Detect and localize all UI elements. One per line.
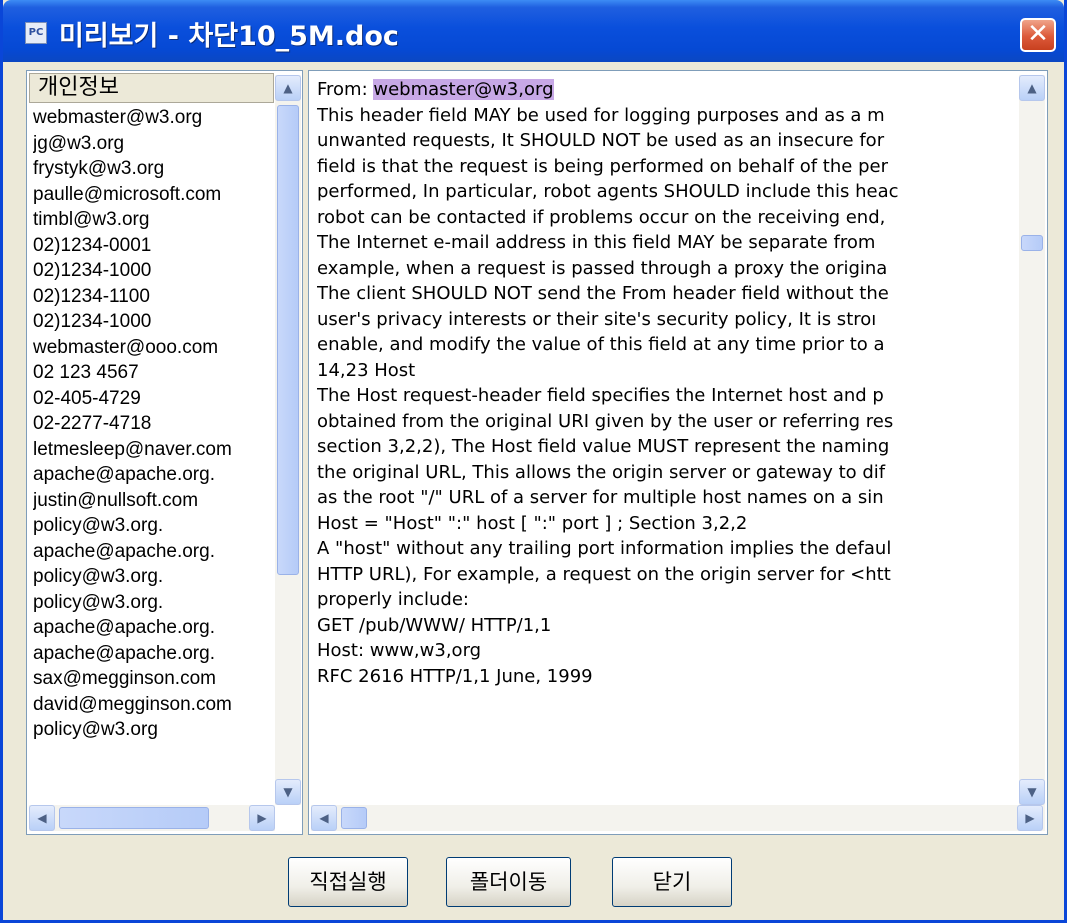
app-icon: PC <box>25 22 47 44</box>
personal-info-list: webmaster@w3.org jg@w3.org frystyk@w3.org p… <box>33 105 277 743</box>
title-bar[interactable]: PC 미리보기 - 차단10_5M.doc ✕ <box>3 0 1064 62</box>
scroll-left-icon[interactable]: ◀ <box>29 805 55 831</box>
list-item[interactable]: 02-405-4729 <box>33 386 277 412</box>
list-item[interactable]: 02)1234-0001 <box>33 233 277 259</box>
right-vertical-scrollbar[interactable]: ▲ ▼ <box>1019 75 1045 805</box>
scroll-left-icon[interactable]: ◀ <box>311 805 337 831</box>
list-item[interactable]: frystyk@w3.org <box>33 156 277 182</box>
list-item[interactable]: policy@w3.org <box>33 717 277 743</box>
left-vertical-scrollbar[interactable]: ▲ ▼ <box>275 75 301 805</box>
document-line: field is that the request is being perfo… <box>317 155 888 177</box>
list-item[interactable]: sax@megginson.com <box>33 666 277 692</box>
personal-info-list-pane[interactable]: 개인정보 webmaster@w3.org jg@w3.org frystyk@w3… <box>26 70 303 835</box>
document-line: RFC 2616 HTTP/1,1 June, 1999 <box>317 665 593 687</box>
document-line: properly include: <box>317 589 469 610</box>
from-value-highlight: webmaster@w3,org <box>373 79 554 100</box>
document-line: the original URL, This allows the origin… <box>317 461 886 483</box>
scroll-up-icon[interactable]: ▲ <box>275 75 301 101</box>
document-line: GET /pub/WWW/ HTTP/1,1 <box>317 614 552 636</box>
close-icon[interactable]: ✕ <box>1020 18 1056 52</box>
list-item[interactable]: webmaster@w3.org <box>33 105 277 131</box>
list-item[interactable]: apache@apache.org. <box>33 539 277 565</box>
document-line: example, when a request is passed throug… <box>317 257 888 279</box>
from-label: From: <box>317 79 374 100</box>
document-line: enable, and modify the value of this fie… <box>317 334 885 355</box>
scroll-thumb[interactable] <box>277 105 299 575</box>
document-line: HTTP URL), For example, a request on the… <box>317 563 891 585</box>
document-line: The Host request-header field specifies … <box>317 385 884 406</box>
from-line: From: webmaster@w3,org <box>317 77 1017 103</box>
document-line: A "host" without any trailing port infor… <box>317 538 892 559</box>
list-item[interactable]: apache@apache.org. <box>33 641 277 667</box>
document-line: robot can be contacted if problems occur… <box>317 206 886 228</box>
document-line: This header field MAY be used for loggin… <box>317 104 885 126</box>
list-header[interactable]: 개인정보 <box>29 73 274 103</box>
scroll-down-icon[interactable]: ▼ <box>275 779 301 805</box>
scroll-up-icon[interactable]: ▲ <box>1019 75 1045 101</box>
list-item[interactable]: 02)1234-1000 <box>33 309 277 335</box>
scroll-right-icon[interactable]: ▶ <box>249 805 275 831</box>
document-line: user's privacy interests or their site's… <box>317 308 877 330</box>
document-line: 14,23 Host <box>317 359 416 381</box>
document-content: From: webmaster@w3,org This header field… <box>317 77 1017 689</box>
scroll-thumb[interactable] <box>341 807 367 829</box>
list-item[interactable]: david@megginson.com <box>33 692 277 718</box>
document-line: as the root "/" URL of a server for mult… <box>317 487 884 508</box>
scroll-down-icon[interactable]: ▼ <box>1019 779 1045 805</box>
document-line: The client SHOULD NOT send the From head… <box>317 283 889 304</box>
document-line: section 3,2,2), The Host field value MUS… <box>317 436 890 457</box>
list-item[interactable]: jg@w3.org <box>33 131 277 157</box>
document-preview-pane[interactable]: From: webmaster@w3,org This header field… <box>308 70 1048 835</box>
scroll-thumb[interactable] <box>1021 235 1043 251</box>
list-item[interactable]: 02-2277-4718 <box>33 411 277 437</box>
document-lines: This header field MAY be used for loggin… <box>317 103 1017 690</box>
list-item[interactable]: apache@apache.org. <box>33 462 277 488</box>
list-item[interactable]: policy@w3.org. <box>33 513 277 539</box>
close-button[interactable]: 닫기 <box>612 857 732 907</box>
scroll-thumb[interactable] <box>59 807 209 829</box>
execute-button[interactable]: 직접실행 <box>288 857 408 907</box>
list-item[interactable]: timbl@w3.org <box>33 207 277 233</box>
document-line: performed, In particular, robot agents S… <box>317 181 899 202</box>
list-item[interactable]: webmaster@ooo.com <box>33 335 277 361</box>
list-item[interactable]: letmesleep@naver.com <box>33 437 277 463</box>
left-horizontal-scrollbar[interactable]: ◀ ▶ <box>29 805 275 831</box>
list-item[interactable]: policy@w3.org. <box>33 590 277 616</box>
scroll-right-icon[interactable]: ▶ <box>1017 805 1043 831</box>
document-line: obtained from the original URI given by … <box>317 410 894 432</box>
move-folder-button[interactable]: 폴더이동 <box>446 857 571 907</box>
list-item[interactable]: apache@apache.org. <box>33 615 277 641</box>
list-item[interactable]: paulle@microsoft.com <box>33 182 277 208</box>
list-item[interactable]: 02)1234-1100 <box>33 284 277 310</box>
list-item[interactable]: policy@w3.org. <box>33 564 277 590</box>
preview-window: PC 미리보기 - 차단10_5M.doc ✕ 개인정보 webmaster@w… <box>0 0 1067 923</box>
list-item[interactable]: 02)1234-1000 <box>33 258 277 284</box>
document-line: The Internet e-mail address in this fiel… <box>317 232 876 253</box>
right-horizontal-scrollbar[interactable]: ◀ ▶ <box>311 805 1045 831</box>
window-title: 미리보기 - 차단10_5M.doc <box>59 21 399 52</box>
document-line: Host = "Host" ":" host [ ":" port ] ; Se… <box>317 512 748 534</box>
list-item[interactable]: justin@nullsoft.com <box>33 488 277 514</box>
list-item[interactable]: 02 123 4567 <box>33 360 277 386</box>
document-line: Host: www,w3,org <box>317 640 482 661</box>
document-line: unwanted requests, It SHOULD NOT be used… <box>317 130 885 151</box>
